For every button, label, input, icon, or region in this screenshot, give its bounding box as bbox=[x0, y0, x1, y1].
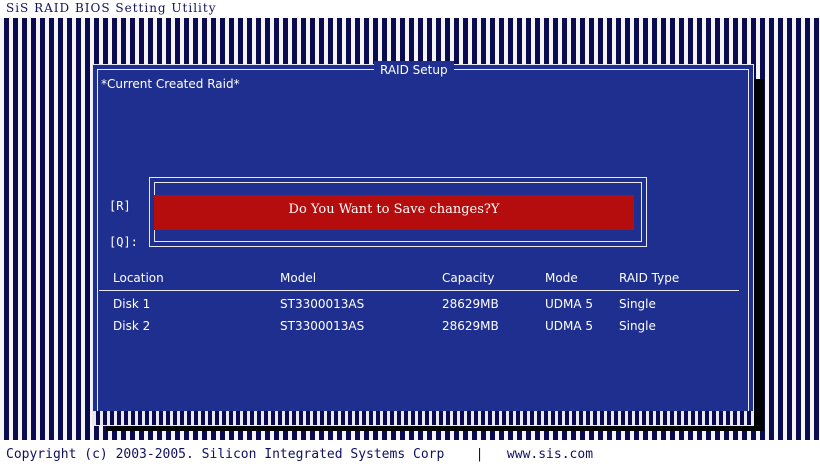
footer-copyright: Copyright (c) 2003-2005. Silicon Integra… bbox=[6, 447, 445, 462]
col-model: Model bbox=[280, 271, 317, 285]
cell-mode: UDMA 5 bbox=[545, 297, 594, 311]
table-row[interactable]: Disk 1 ST3300013AS 28629MB UDMA 5 Single bbox=[99, 297, 739, 315]
raid-setup-dialog: RAID Setup *Current Created Raid* [R] [Q… bbox=[92, 61, 754, 426]
key-q-label: [Q]: bbox=[109, 235, 138, 249]
col-capacity: Capacity bbox=[442, 271, 495, 285]
cell-raid-type: Single bbox=[619, 297, 656, 311]
cell-location: Disk 2 bbox=[113, 319, 151, 333]
table-row[interactable]: Disk 2 ST3300013AS 28629MB UDMA 5 Single bbox=[99, 319, 739, 337]
bios-screen: RAID Setup *Current Created Raid* [R] [Q… bbox=[0, 18, 820, 440]
col-location: Location bbox=[113, 271, 164, 285]
footer-url: www.sis.com bbox=[506, 447, 594, 462]
cell-location: Disk 1 bbox=[113, 297, 151, 311]
dialog-bottom-stripe bbox=[93, 411, 753, 425]
cell-raid-type: Single bbox=[619, 319, 656, 333]
col-mode: Mode bbox=[545, 271, 578, 285]
key-r-label: [R] bbox=[109, 199, 131, 213]
disk-table-header: Location Model Capacity Mode RAID Type bbox=[99, 271, 739, 291]
save-changes-prompt[interactable]: Do You Want to Save changes?Y bbox=[154, 195, 634, 230]
window-title: SiS RAID BIOS Setting Utility bbox=[0, 0, 820, 18]
cell-model: ST3300013AS bbox=[280, 297, 365, 311]
footer-separator: | bbox=[475, 447, 484, 462]
cell-capacity: 28629MB bbox=[442, 319, 499, 333]
save-confirm-dialog: Do You Want to Save changes?Y bbox=[149, 177, 647, 247]
cell-capacity: 28629MB bbox=[442, 297, 499, 311]
current-raid-label: *Current Created Raid* bbox=[101, 77, 240, 91]
cell-mode: UDMA 5 bbox=[545, 319, 594, 333]
dialog-title: RAID Setup bbox=[374, 61, 454, 79]
footer: Copyright (c) 2003-2005. Silicon Integra… bbox=[0, 440, 820, 469]
cell-model: ST3300013AS bbox=[280, 319, 365, 333]
col-raid-type: RAID Type bbox=[619, 271, 680, 285]
